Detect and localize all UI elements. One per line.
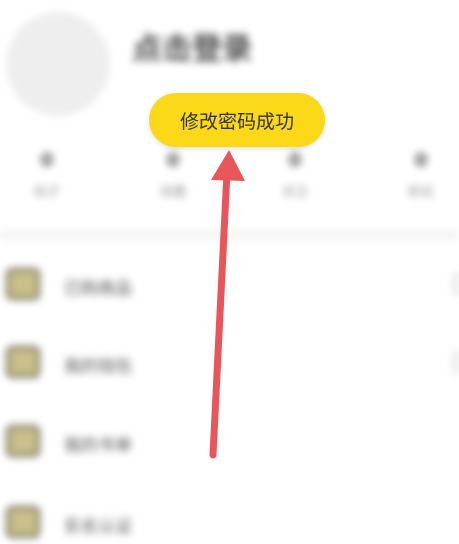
menu-item-wallet[interactable]: 我的钱包 [0,332,459,392]
menu-item-purchased[interactable]: 已购商品 [0,254,459,314]
blurred-profile-page: 点击登录 0 帖子 0 收藏 0 关注 0 粉丝 已购商品 我的钱包 我的书单 … [0,0,459,544]
menu-item-label: 已购商品 [64,279,132,299]
stat-label: 粉丝 [407,185,434,200]
stat-following[interactable]: 0 关注 [255,150,335,200]
wallet-icon [6,346,40,378]
success-toast: 修改密码成功 [149,93,325,147]
menu-item-label: 我的钱包 [64,357,132,377]
stat-favorites[interactable]: 0 收藏 [133,150,213,200]
menu-item-label: 我的书单 [64,436,132,456]
stat-value: 0 [166,150,180,171]
login-prompt[interactable]: 点击登录 [132,24,252,68]
stat-value: 0 [40,150,54,171]
avatar[interactable] [6,12,110,116]
stat-label: 帖子 [33,185,60,200]
stat-posts[interactable]: 0 帖子 [7,150,87,200]
note-icon [6,268,40,300]
menu-item-label: 实名认证 [64,517,132,537]
stat-fans[interactable]: 0 粉丝 [381,150,459,200]
section-divider [0,230,459,240]
stat-value: 0 [288,150,302,171]
menu-item-edge [453,350,459,374]
menu-item-booklist[interactable]: 我的书单 [0,411,459,471]
stat-label: 收藏 [159,185,186,200]
badge-icon [6,506,40,538]
menu-item-edge [453,272,459,296]
screen: 点击登录 0 帖子 0 收藏 0 关注 0 粉丝 已购商品 我的钱包 我的书单 … [0,0,459,544]
menu-item-verification[interactable]: 实名认证 [0,492,459,544]
stats-row: 0 帖子 0 收藏 0 关注 0 粉丝 [0,150,459,220]
stat-value: 0 [414,150,428,171]
book-icon [6,425,40,457]
stat-label: 关注 [281,185,308,200]
